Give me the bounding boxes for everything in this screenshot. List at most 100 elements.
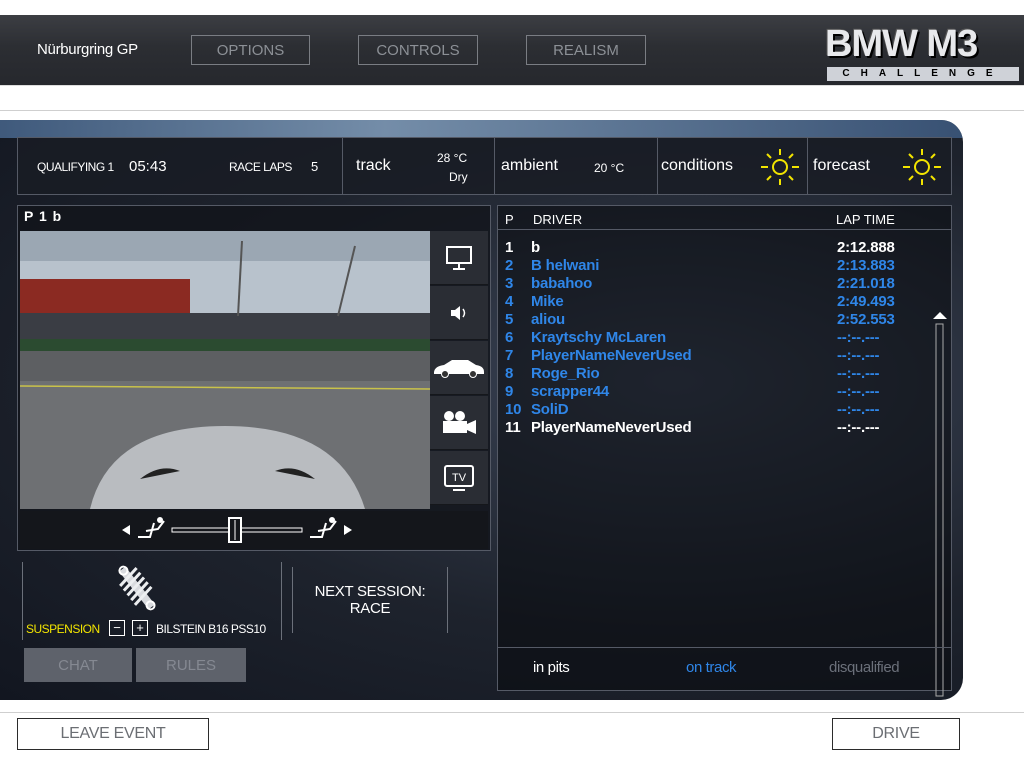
track-temperature: 28 °C xyxy=(437,151,468,165)
driver-name-cell: babahoo xyxy=(531,275,593,292)
player-position-title: P 1 b xyxy=(24,208,63,224)
tv-label: TV xyxy=(452,472,467,484)
standings-row[interactable]: 8 Roge_Rio --:--.--- xyxy=(498,365,918,383)
driver-name-cell: PlayerNameNeverUsed xyxy=(531,347,692,364)
standings-row[interactable]: 9 scrapper44 --:--.--- xyxy=(498,383,918,401)
forecast-label: forecast xyxy=(813,157,870,174)
sun-icon xyxy=(761,149,799,185)
position-header: P xyxy=(505,212,514,227)
lap-time-cell: 2:13.883 xyxy=(837,257,895,274)
position-cell: 2 xyxy=(505,257,514,274)
position-cell: 11 xyxy=(505,419,521,436)
standings-row[interactable]: 5 aliou 2:52.553 xyxy=(498,311,918,329)
driver-name-cell: scrapper44 xyxy=(531,383,610,400)
lobby-panel: QUALIFYING 1 05:43 RACE LAPS 5 track 28 … xyxy=(0,120,963,700)
driver-name-cell: B helwani xyxy=(531,257,600,274)
standings-row[interactable]: 6 Kraytschy McLaren --:--.--- xyxy=(498,329,918,347)
seat-position-slider[interactable] xyxy=(20,511,488,549)
monitor-icon[interactable] xyxy=(430,231,488,285)
lap-time-cell: 2:21.018 xyxy=(837,275,895,292)
driver-name-cell: Kraytschy McLaren xyxy=(531,329,666,346)
suspension-setup: SUSPENSION − + BILSTEIN B16 PSS10 xyxy=(22,562,282,640)
driver-name-cell: SoliD xyxy=(531,401,569,418)
position-cell: 6 xyxy=(505,329,514,346)
divider xyxy=(807,138,808,194)
track-preview-image xyxy=(20,231,430,509)
suspension-label: SUSPENSION xyxy=(26,622,100,636)
standings-row[interactable]: 2 B helwani 2:13.883 xyxy=(498,257,918,275)
track-label: track xyxy=(356,157,391,174)
shock-absorber-icon xyxy=(118,565,156,611)
lap-time-cell: --:--.--- xyxy=(837,419,880,436)
lap-time-cell: --:--.--- xyxy=(837,401,880,418)
legend-disqualified: disqualified xyxy=(829,659,900,676)
lap-time-cell: --:--.--- xyxy=(837,329,880,346)
camera-icon[interactable] xyxy=(430,396,488,450)
rules-button[interactable]: RULES xyxy=(136,648,246,682)
divider xyxy=(498,229,951,230)
realism-button[interactable]: REALISM xyxy=(526,35,646,65)
legend-bar: in pits on track disqualified xyxy=(497,647,952,692)
standings-row[interactable]: 7 PlayerNameNeverUsed --:--.--- xyxy=(498,347,918,365)
driver-name-cell: aliou xyxy=(531,311,566,328)
suspension-increase-button[interactable]: + xyxy=(132,620,148,636)
position-cell: 3 xyxy=(505,275,514,292)
standings-scrollbar[interactable] xyxy=(933,312,947,700)
standings-panel: P DRIVER LAP TIME 1 b 2:12.888 2 B helwani 2:… xyxy=(497,205,952,697)
lap-time-cell: 2:12.888 xyxy=(837,239,895,256)
header-bar: Nürburgring GP OPTIONS CONTROLS REALISM … xyxy=(0,15,1024,86)
speaker-icon[interactable] xyxy=(430,286,488,340)
track-condition: Dry xyxy=(449,170,468,184)
car-icon[interactable] xyxy=(430,341,488,395)
driver-name-cell: PlayerNameNeverUsed xyxy=(531,419,692,436)
lap-time-cell: --:--.--- xyxy=(837,347,880,364)
conditions-label: conditions xyxy=(661,157,734,174)
standings-row[interactable]: 1 b 2:12.888 xyxy=(498,239,918,257)
lap-time-header: LAP TIME xyxy=(836,212,895,227)
logo-title: BMW M3 xyxy=(825,23,978,65)
race-laps-label: RACE LAPS xyxy=(229,160,292,174)
position-cell: 9 xyxy=(505,383,514,400)
standings-row[interactable]: 3 babahoo 2:21.018 xyxy=(498,275,918,293)
divider xyxy=(0,110,1024,111)
session-time: 05:43 xyxy=(129,158,167,175)
lap-time-cell: --:--.--- xyxy=(837,383,880,400)
divider xyxy=(0,712,1024,713)
session-info-bar: QUALIFYING 1 05:43 RACE LAPS 5 track 28 … xyxy=(17,137,952,195)
car-view-viewport xyxy=(20,231,430,509)
race-laps-value: 5 xyxy=(311,159,319,174)
driver-name-cell: b xyxy=(531,239,540,256)
lap-time-cell: --:--.--- xyxy=(837,365,880,382)
ambient-temperature: 20 °C xyxy=(594,161,625,175)
controls-button[interactable]: CONTROLS xyxy=(358,35,478,65)
ambient-label: ambient xyxy=(501,157,558,174)
track-name: Nürburgring GP xyxy=(37,41,138,58)
position-cell: 4 xyxy=(505,293,514,310)
leave-event-button[interactable]: LEAVE EVENT xyxy=(17,718,209,750)
legend-in-pits: in pits xyxy=(533,659,570,676)
lap-time-cell: 2:49.493 xyxy=(837,293,895,310)
driver-header: DRIVER xyxy=(533,212,583,227)
session-type-label: QUALIFYING 1 xyxy=(37,160,114,174)
position-cell: 8 xyxy=(505,365,514,382)
driver-name-cell: Roge_Rio xyxy=(531,365,600,382)
position-cell: 10 xyxy=(505,401,522,418)
standings-row[interactable]: 11 PlayerNameNeverUsed --:--.--- xyxy=(498,419,918,437)
logo-subtitle: CHALLENGE xyxy=(827,67,1019,81)
options-button[interactable]: OPTIONS xyxy=(191,35,310,65)
standings-row[interactable]: 4 Mike 2:49.493 xyxy=(498,293,918,311)
suspension-decrease-button[interactable]: − xyxy=(109,620,125,636)
divider xyxy=(342,138,343,194)
game-logo: BMW M3 CHALLENGE xyxy=(823,23,1021,85)
position-cell: 5 xyxy=(505,311,514,328)
suspension-value: BILSTEIN B16 PSS10 xyxy=(156,622,266,636)
drive-button[interactable]: DRIVE xyxy=(832,718,960,750)
tv-icon[interactable]: TV xyxy=(430,451,488,505)
standings-row[interactable]: 10 SoliD --:--.--- xyxy=(498,401,918,419)
next-session-label: NEXT SESSION: xyxy=(314,583,426,600)
sun-icon xyxy=(903,149,941,185)
scroll-up-icon xyxy=(933,312,947,319)
legend-on-track: on track xyxy=(686,659,737,676)
chat-button[interactable]: CHAT xyxy=(24,648,132,682)
driver-name-cell: Mike xyxy=(531,293,564,310)
